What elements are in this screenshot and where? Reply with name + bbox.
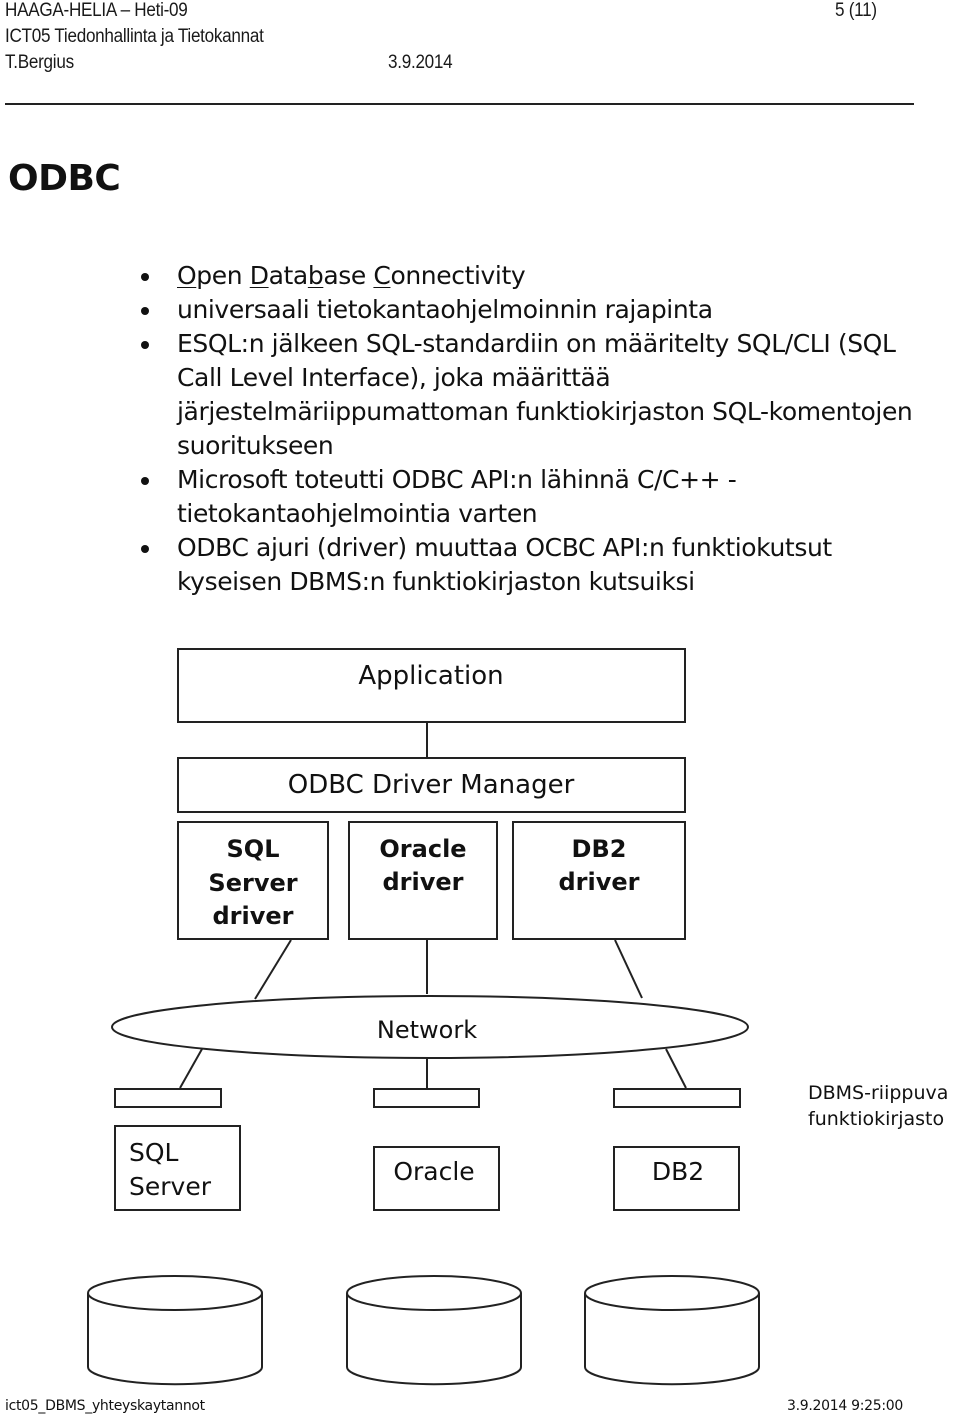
footer-timestamp: 3.9.2014 9:25:00	[787, 1398, 903, 1414]
library-box-sqlserver	[114, 1088, 222, 1108]
dbms-library-label: funktiokirjasto	[808, 1108, 944, 1130]
database-cylinder-icon	[87, 1275, 263, 1386]
library-box-db2	[613, 1088, 741, 1108]
dbms-library-label: DBMS-riippuva	[808, 1082, 948, 1104]
driver-label-line: driver	[559, 868, 640, 896]
driver-manager-label: ODBC Driver Manager	[288, 770, 575, 800]
database-cylinder-icon	[584, 1275, 760, 1386]
network-label: Network	[377, 1016, 477, 1044]
database-cylinders	[87, 1275, 760, 1386]
connector-line	[254, 939, 292, 1000]
connector-line	[614, 939, 643, 999]
connector-line	[179, 1048, 203, 1089]
driver-label-line: DB2	[572, 835, 627, 863]
odbc-architecture-diagram: Application ODBC Driver Manager SQL Serv…	[87, 648, 948, 1386]
driver-label-line: Server	[208, 869, 297, 897]
library-box-oracle	[373, 1088, 480, 1108]
application-label: Application	[358, 661, 503, 691]
db-label-line: Oracle	[393, 1157, 474, 1186]
connector-line	[665, 1048, 687, 1089]
db-label-line: Server	[129, 1172, 212, 1201]
footer-filename: ict05_DBMS_yhteyskaytannot	[5, 1398, 205, 1414]
driver-label-line: Oracle	[379, 835, 466, 863]
driver-label-line: SQL	[227, 835, 280, 863]
db-label-line: SQL	[129, 1138, 179, 1167]
driver-label-line: driver	[213, 902, 294, 930]
database-cylinder-icon	[346, 1275, 522, 1386]
db-label-line: DB2	[652, 1157, 704, 1186]
driver-label-line: driver	[383, 868, 464, 896]
